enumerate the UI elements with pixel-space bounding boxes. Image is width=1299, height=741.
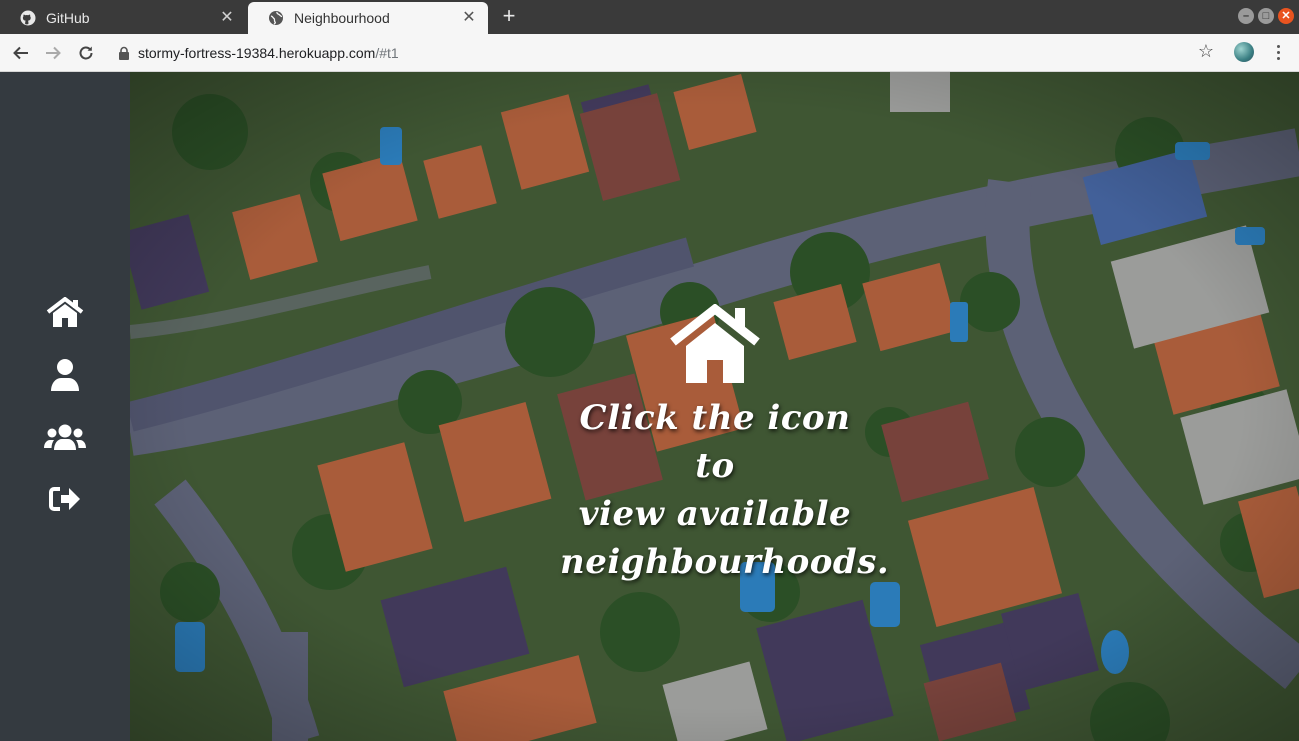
reload-button[interactable] xyxy=(73,40,99,66)
tab-title: GitHub xyxy=(46,10,90,26)
address-bar[interactable]: stormy-fortress-19384.herokuapp.com/#t1 xyxy=(110,39,1228,67)
back-button[interactable] xyxy=(8,40,34,66)
home-icon xyxy=(46,297,84,327)
tab-github[interactable]: GitHub ✕ xyxy=(0,2,246,34)
tab-neighbourhood[interactable]: Neighbourhood ✕ xyxy=(248,2,488,34)
profile-avatar[interactable] xyxy=(1234,42,1254,62)
close-tab-icon[interactable]: ✕ xyxy=(460,9,478,27)
close-window-button[interactable]: ✕ xyxy=(1278,8,1294,24)
sign-out-icon xyxy=(49,487,80,511)
minimize-window-button[interactable]: – xyxy=(1238,8,1254,24)
github-icon xyxy=(20,10,36,26)
maximize-window-button[interactable]: □ xyxy=(1258,8,1274,24)
browser-menu-icon[interactable] xyxy=(1268,40,1288,64)
url-host: stormy-fortress-19384.herokuapp.com xyxy=(138,45,376,61)
close-tab-icon[interactable]: ✕ xyxy=(218,9,236,27)
hero-section: Click the icon to view available neighbo… xyxy=(130,72,1299,741)
sidebar-item-logout[interactable] xyxy=(43,479,87,519)
sidebar-item-home[interactable] xyxy=(43,293,87,333)
sidebar-item-neighbours[interactable] xyxy=(43,417,87,457)
users-icon xyxy=(44,424,86,450)
browser-toolbar: stormy-fortress-19384.herokuapp.com/#t1 … xyxy=(0,34,1299,72)
forward-arrow-icon xyxy=(46,46,61,60)
home-icon xyxy=(670,304,760,383)
hero-message-line: neighbourhoods. xyxy=(560,542,890,582)
reload-icon xyxy=(79,46,93,60)
url-path: /#t1 xyxy=(375,45,399,61)
forward-button[interactable] xyxy=(40,40,66,66)
back-arrow-icon xyxy=(13,46,28,60)
hero-message-line: Click the icon to xyxy=(579,398,851,486)
browser-tab-strip: GitHub ✕ Neighbourhood ✕ + – □ ✕ xyxy=(0,0,1299,34)
globe-icon xyxy=(268,10,284,26)
tab-title: Neighbourhood xyxy=(294,10,390,26)
view-neighbourhoods-button[interactable]: Click the icon to view available neighbo… xyxy=(560,304,890,586)
bookmark-star-icon[interactable]: ☆ xyxy=(1195,40,1217,62)
sidebar-item-profile[interactable] xyxy=(43,355,87,395)
lock-icon xyxy=(119,46,129,60)
user-icon xyxy=(51,359,79,391)
hero-message-line: view available xyxy=(578,494,852,534)
hero-message: Click the icon to view available neighbo… xyxy=(560,394,890,586)
sidebar xyxy=(0,72,130,741)
new-tab-button[interactable]: + xyxy=(498,5,520,27)
